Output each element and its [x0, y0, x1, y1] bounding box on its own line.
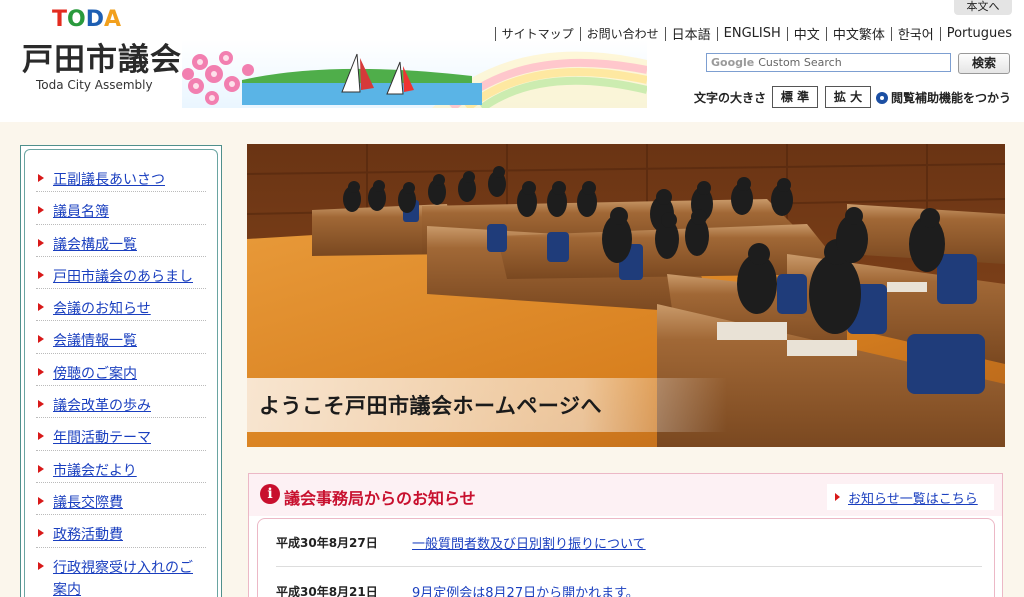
sidebar-item-inspection[interactable]: 行政視察受け入れのご案内 — [36, 548, 206, 597]
nav-lang-japanese[interactable]: 日本語 — [672, 24, 711, 43]
logo-letter: D — [85, 7, 104, 32]
news-date: 平成30年8月27日 — [276, 536, 378, 550]
sidebar-item-label[interactable]: 傍聴のご案内 — [53, 363, 137, 385]
nav-contact[interactable]: お問い合わせ — [587, 25, 659, 42]
sidebar-item-label[interactable]: 会議のお知らせ — [53, 298, 151, 320]
sidebar-item-activity-expenses[interactable]: 政務活動費 — [36, 515, 206, 548]
news-link[interactable]: 一般質問者数及び日別割り振りについて — [412, 533, 646, 552]
nav-separator — [579, 26, 581, 41]
arrow-right-icon — [38, 270, 44, 279]
nav-lang-korean[interactable]: 한국어 — [898, 24, 934, 43]
sidebar-item-meeting-notice[interactable]: 会議のお知らせ — [36, 289, 206, 322]
sidebar-item-annual-theme[interactable]: 年間活動テーマ — [36, 418, 206, 451]
font-size-label: 文字の大きさ — [694, 91, 767, 105]
nav-separator — [786, 26, 788, 41]
sidebar-item-meeting-info[interactable]: 会議情報一覧 — [36, 321, 206, 354]
hero-image: ようこそ戸田市議会ホームページへ — [247, 144, 1005, 447]
news-title: 議会事務局からのお知らせ — [284, 489, 476, 508]
logo-letter: O — [67, 7, 86, 32]
sidebar-item-member-list[interactable]: 議員名簿 — [36, 192, 206, 225]
sidebar-item-label[interactable]: 会議情報一覧 — [53, 330, 137, 352]
nav-lang-portuguese[interactable]: Portugues — [947, 26, 1012, 41]
arrow-right-icon — [38, 238, 44, 247]
sidebar-item-overview[interactable]: 戸田市議会のあらまし — [36, 257, 206, 290]
skip-to-content-link[interactable]: 本文へ — [954, 0, 1012, 15]
news-date: 平成30年8月21日 — [276, 584, 378, 597]
nav-sitemap[interactable]: サイトマップ — [502, 25, 574, 42]
news-panel: i 議会事務局からのお知らせ お知らせ一覧はこちら 平成30年8月27日 一般質… — [248, 473, 1003, 597]
arrow-right-icon — [38, 464, 44, 473]
sidebar-menu: 正副議長あいさつ 議員名簿 議会構成一覧 戸田市議会のあらまし 会議のお知らせ … — [20, 145, 222, 597]
sidebar-item-reform[interactable]: 議会改革の歩み — [36, 386, 206, 419]
sidebar-item-label[interactable]: 年間活動テーマ — [53, 427, 151, 449]
nav-separator — [664, 26, 666, 41]
sidebar-item-label[interactable]: 市議会だより — [53, 460, 137, 482]
sidebar-item-label[interactable]: 戸田市議会のあらまし — [53, 266, 193, 288]
search-input[interactable]: Google Custom Search — [706, 53, 951, 72]
arrow-right-icon — [38, 400, 44, 409]
arrow-right-icon — [38, 206, 44, 215]
news-item: 平成30年8月21日 9月定例会は8月27日から開かれます。 — [276, 567, 982, 597]
sidebar-item-entertainment-expenses[interactable]: 議長交際費 — [36, 483, 206, 516]
accessibility-label: 閲覧補助機能をつかう — [891, 91, 1012, 105]
arrow-right-icon — [38, 174, 44, 182]
arrow-right-icon — [38, 496, 44, 505]
nav-separator — [494, 26, 496, 41]
nav-separator — [939, 26, 941, 41]
sidebar-item-label[interactable]: 議会改革の歩み — [53, 395, 151, 417]
arrow-right-icon — [38, 367, 44, 376]
sidebar-item-gallery-guide[interactable]: 傍聴のご案内 — [36, 354, 206, 387]
language-nav: サイトマップ お問い合わせ 日本語 ENGLISH 中文 中文繁体 한국어 Po… — [489, 24, 1012, 43]
site-subtitle: Toda City Assembly — [36, 78, 153, 92]
sidebar-item-label[interactable]: 議長交際費 — [53, 492, 123, 514]
arrow-right-icon — [38, 561, 44, 570]
sidebar-item-label[interactable]: 議会構成一覧 — [53, 234, 137, 256]
logo-letter: T — [52, 7, 68, 32]
hero-caption: ようこそ戸田市議会ホームページへ — [259, 394, 602, 418]
font-size-standard-button[interactable]: 標 準 — [772, 86, 818, 108]
nav-separator — [890, 26, 892, 41]
arrow-right-icon — [38, 303, 44, 312]
site-title[interactable]: 戸田市議会 — [22, 34, 182, 79]
sidebar-item-newsletter[interactable]: 市議会だより — [36, 451, 206, 483]
accessibility-link[interactable]: 閲覧補助機能をつかう — [876, 89, 1011, 106]
google-brand: Google — [711, 56, 755, 69]
news-link[interactable]: 9月定例会は8月27日から開かれます。 — [412, 582, 639, 597]
site-header: 本文へ T O D A 戸田市議会 Toda City Assembly サイト… — [0, 0, 1024, 122]
banner-illustration — [182, 40, 647, 108]
nav-lang-english[interactable]: ENGLISH — [724, 26, 781, 41]
hero-caption-band: ようこそ戸田市議会ホームページへ — [247, 378, 727, 432]
arrow-right-icon — [38, 335, 44, 344]
news-header: i 議会事務局からのお知らせ お知らせ一覧はこちら — [249, 474, 1002, 516]
news-list-link-label[interactable]: お知らせ一覧はこちら — [848, 488, 978, 507]
nav-separator — [825, 26, 827, 41]
sidebar-item-greeting[interactable]: 正副議長あいさつ — [36, 160, 206, 193]
font-size-large-button[interactable]: 拡 大 — [825, 86, 871, 108]
sidebar-item-label[interactable]: 政務活動費 — [53, 524, 123, 546]
arrow-right-icon — [38, 529, 44, 538]
nav-separator — [716, 26, 718, 41]
news-list: 平成30年8月27日 一般質問者数及び日別割り振りについて 平成30年8月21日… — [257, 518, 995, 597]
news-list-link[interactable]: お知らせ一覧はこちら — [827, 484, 994, 510]
arrow-right-icon — [835, 493, 840, 501]
sidebar-item-label[interactable]: 正副議長あいさつ — [53, 169, 165, 191]
logo-letter: A — [103, 7, 122, 32]
search-button[interactable]: 検索 — [958, 53, 1010, 74]
arrow-right-icon — [38, 432, 44, 441]
news-item: 平成30年8月27日 一般質問者数及び日別割り振りについて — [276, 519, 982, 567]
nav-lang-chinese-simplified[interactable]: 中文 — [794, 24, 820, 43]
info-icon: i — [260, 484, 280, 504]
sidebar-item-label[interactable]: 議員名簿 — [53, 201, 109, 223]
accessibility-icon — [876, 91, 888, 104]
sidebar-inner: 正副議長あいさつ 議員名簿 議会構成一覧 戸田市議会のあらまし 会議のお知らせ … — [24, 149, 218, 597]
sidebar-item-label[interactable]: 行政視察受け入れのご案内 — [53, 557, 206, 597]
sidebar-item-composition[interactable]: 議会構成一覧 — [36, 225, 206, 257]
search-placeholder: Custom Search — [758, 56, 842, 69]
toda-logo-mark[interactable]: T O D A — [52, 6, 121, 32]
nav-lang-chinese-traditional[interactable]: 中文繁体 — [833, 24, 885, 43]
